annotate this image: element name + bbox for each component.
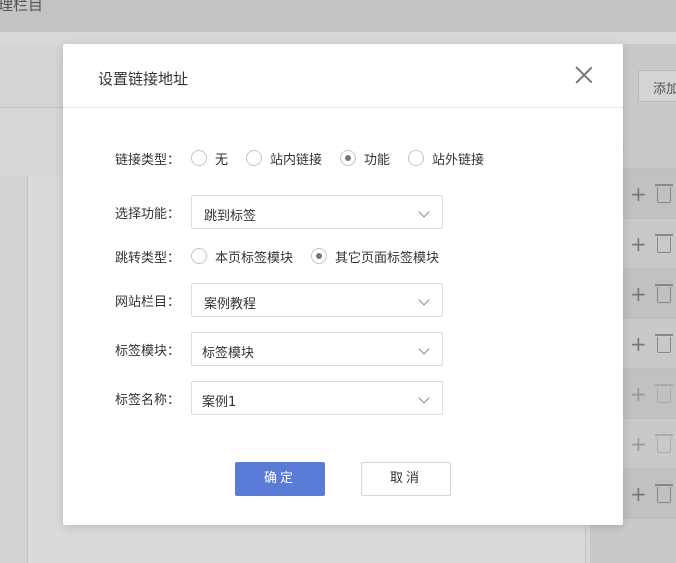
link-type-label: 链接类型： xyxy=(115,152,181,168)
tag-module-select[interactable]: 标签模块 xyxy=(191,332,443,366)
jump-type-row: 跳转类型： 本页标签模块 其它页面标签模块 xyxy=(63,239,623,273)
cancel-button[interactable]: 取消 xyxy=(361,462,451,496)
tag-module-row: 标签模块： 标签模块 xyxy=(63,332,623,366)
radio-option-this-page[interactable]: 本页标签模块 xyxy=(191,247,293,266)
tag-name-select[interactable]: 案例1 xyxy=(191,381,443,415)
tag-module-label: 标签模块： xyxy=(115,343,181,359)
chevron-down-icon xyxy=(418,206,430,218)
dialog-header: 设置链接地址 xyxy=(63,44,623,108)
dialog-title: 设置链接地址 xyxy=(98,70,189,88)
chevron-down-icon xyxy=(418,392,430,404)
table-row: + xyxy=(620,168,676,218)
link-type-row: 链接类型： 无 站内链接 功能 站外链接 xyxy=(63,141,623,175)
radio-button[interactable] xyxy=(191,248,207,264)
radio-option-none[interactable]: 无 xyxy=(191,149,228,168)
jump-type-radio-group: 本页标签模块 其它页面标签模块 xyxy=(191,247,457,266)
radio-button[interactable] xyxy=(246,150,263,166)
content-inner-left xyxy=(0,176,28,563)
radio-button[interactable] xyxy=(408,150,425,166)
plus-icon[interactable]: + xyxy=(630,234,647,254)
function-select[interactable]: 跳到标签 xyxy=(191,195,443,229)
plus-icon[interactable]: + xyxy=(630,434,647,454)
site-column-label: 网站栏目： xyxy=(115,294,181,310)
function-row: 选择功能： 跳到标签 xyxy=(63,195,623,229)
trash-icon[interactable] xyxy=(654,234,673,253)
trash-icon[interactable] xyxy=(654,184,673,203)
table-row: + xyxy=(620,268,676,318)
plus-icon[interactable]: + xyxy=(630,184,647,204)
radio-option-internal[interactable]: 站内链接 xyxy=(246,149,322,168)
function-label: 选择功能： xyxy=(115,206,181,222)
close-icon[interactable] xyxy=(575,66,593,84)
trash-icon[interactable] xyxy=(654,334,673,353)
table-row: + xyxy=(620,218,676,268)
plus-icon[interactable]: + xyxy=(630,334,647,354)
table-row: + xyxy=(620,418,676,468)
jump-type-label: 跳转类型： xyxy=(115,250,181,266)
top-bar: 理栏目 xyxy=(0,0,676,32)
add-button[interactable]: 添加 xyxy=(638,70,676,102)
chevron-down-icon xyxy=(418,294,430,306)
link-settings-dialog: 设置链接地址 链接类型： 无 站内链接 功能 站外链接 选择功能： 跳到标签 跳… xyxy=(63,44,623,525)
confirm-button[interactable]: 确定 xyxy=(235,462,325,496)
table-row: + xyxy=(620,468,676,519)
radio-option-function[interactable]: 功能 xyxy=(340,149,390,168)
page-title: 理栏目 xyxy=(0,0,44,14)
radio-button-checked[interactable] xyxy=(340,150,357,166)
trash-icon[interactable] xyxy=(654,434,673,453)
plus-icon[interactable]: + xyxy=(630,484,647,504)
radio-button-checked[interactable] xyxy=(311,248,328,264)
radio-option-external[interactable]: 站外链接 xyxy=(408,149,484,168)
table-row: + xyxy=(620,318,676,368)
radio-button[interactable] xyxy=(191,150,207,166)
trash-icon[interactable] xyxy=(654,484,673,503)
site-column-row: 网站栏目： 案例教程 xyxy=(63,283,623,317)
tag-name-row: 标签名称： 案例1 xyxy=(63,381,623,415)
site-column-select[interactable]: 案例教程 xyxy=(191,283,443,317)
chevron-down-icon xyxy=(418,343,430,355)
plus-icon[interactable]: + xyxy=(630,384,647,404)
tag-name-label: 标签名称： xyxy=(115,392,181,408)
trash-icon[interactable] xyxy=(654,284,673,303)
radio-option-other-page[interactable]: 其它页面标签模块 xyxy=(311,247,439,266)
trash-icon[interactable] xyxy=(654,384,673,403)
plus-icon[interactable]: + xyxy=(630,284,647,304)
table-row: + xyxy=(620,368,676,418)
link-type-radio-group: 无 站内链接 功能 站外链接 xyxy=(191,149,502,168)
